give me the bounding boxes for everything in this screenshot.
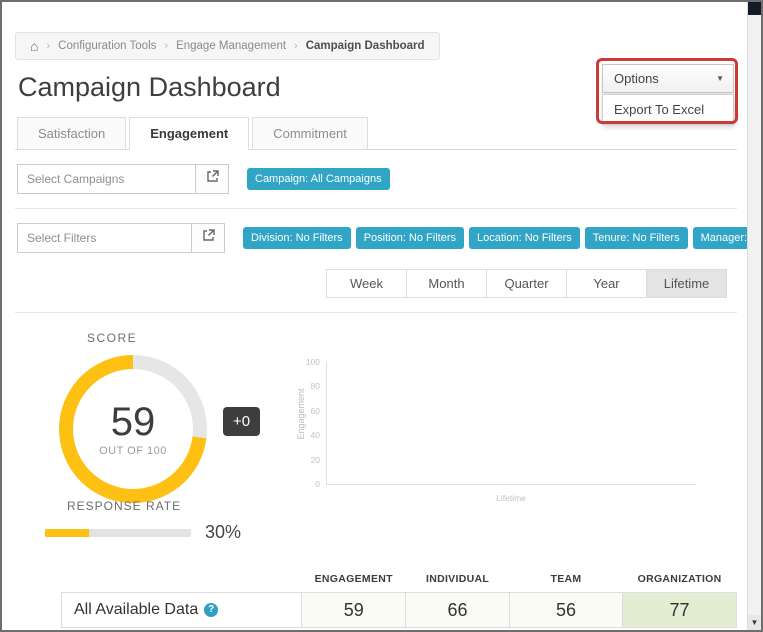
open-campaign-picker-button[interactable]	[195, 164, 229, 194]
division-filter-badge: Division: No Filters	[243, 227, 351, 249]
response-rate-fill	[45, 528, 89, 537]
score-gauge-center: 59 OUT OF 100	[99, 402, 167, 457]
organization-value-cell: 77	[622, 592, 737, 628]
y-tick: 0	[315, 478, 320, 489]
filter-badges: Division: No Filters Position: No Filter…	[243, 227, 747, 249]
period-week-button[interactable]: Week	[326, 269, 407, 298]
breadcrumb-item-configuration-tools[interactable]: Configuration Tools	[58, 40, 156, 52]
campaign-filter-badge: Campaign: All Campaigns	[247, 168, 390, 190]
external-link-icon	[206, 170, 219, 188]
position-filter-badge: Position: No Filters	[355, 227, 464, 249]
chart-x-tick: Lifetime	[496, 493, 526, 503]
vertical-scrollbar[interactable]: ▼	[747, 2, 761, 630]
period-lifetime-button[interactable]: Lifetime	[646, 269, 727, 298]
campaign-selector-row: Campaign: All Campaigns	[15, 150, 737, 208]
breadcrumb-item-engage-management[interactable]: Engage Management	[176, 40, 286, 52]
export-to-excel-menu-item[interactable]: Export To Excel	[603, 95, 733, 124]
y-tick: 100	[305, 357, 320, 367]
column-header-individual: INDIVIDUAL	[425, 573, 490, 585]
breadcrumb-item-campaign-dashboard: Campaign Dashboard	[305, 40, 425, 52]
response-rate-block: RESPONSE RATE 30%	[45, 499, 241, 543]
filter-input-group	[17, 223, 225, 253]
manager-filter-badge: Manager: No Filters	[692, 227, 747, 249]
tab-satisfaction[interactable]: Satisfaction	[17, 117, 127, 150]
response-rate-label: RESPONSE RATE	[67, 499, 182, 513]
caret-down-icon: ▼	[716, 74, 724, 83]
breadcrumb: ⌂ Configuration Tools Engage Management …	[15, 32, 440, 60]
options-button-label: Options	[614, 71, 659, 86]
options-button[interactable]: Options ▼	[602, 64, 734, 93]
period-quarter-button[interactable]: Quarter	[486, 269, 567, 298]
options-dropdown: Options ▼ Export To Excel	[602, 64, 734, 125]
summary-table-header-row: ENGAGEMENT INDIVIDUAL TEAM ORGANIZATION	[62, 567, 737, 593]
score-value: 59	[110, 399, 156, 444]
open-filter-picker-button[interactable]	[191, 223, 225, 253]
score-gauge: 59 OUT OF 100	[59, 355, 207, 503]
select-campaigns-input[interactable]	[17, 164, 195, 194]
score-label: SCORE	[87, 331, 138, 345]
period-year-button[interactable]: Year	[566, 269, 647, 298]
breadcrumb-separator-icon	[164, 40, 168, 52]
breadcrumb-separator-icon	[294, 40, 298, 52]
help-icon[interactable]: ?	[204, 602, 219, 617]
tenure-filter-badge: Tenure: No Filters	[584, 227, 688, 249]
individual-value-cell: 66	[405, 592, 510, 628]
tab-commitment[interactable]: Commitment	[252, 117, 368, 150]
y-tick: 60	[310, 405, 320, 416]
engagement-trend-chart: Engagement 100 80 60 40 20 0 Lifetime	[290, 357, 710, 517]
y-tick: 80	[310, 381, 320, 392]
home-icon[interactable]: ⌂	[30, 39, 38, 53]
chart-plot-area	[326, 361, 696, 485]
column-header-organization: ORGANIZATION	[637, 573, 722, 585]
score-delta-badge: +0	[223, 407, 261, 436]
tab-engagement[interactable]: Engagement	[129, 117, 250, 150]
chart-y-ticks: 100 80 60 40 20 0	[298, 357, 320, 489]
response-rate-bar	[45, 528, 191, 537]
column-header-empty	[62, 567, 302, 593]
campaign-input-group	[17, 164, 229, 194]
y-tick: 20	[310, 454, 320, 465]
team-value-cell: 56	[508, 592, 624, 628]
scrollbar-thumb[interactable]	[748, 2, 761, 15]
row-label: All Available Data	[74, 601, 199, 618]
period-month-button[interactable]: Month	[406, 269, 487, 298]
table-row: All Available Data? 59 66 56 77	[60, 592, 737, 628]
external-link-icon	[202, 229, 215, 247]
y-tick: 40	[310, 430, 320, 441]
engagement-value-cell: 59	[301, 592, 407, 628]
location-filter-badge: Location: No Filters	[469, 227, 580, 249]
options-menu: Export To Excel	[602, 94, 734, 125]
app-window: ⌂ Configuration Tools Engage Management …	[0, 0, 763, 632]
breadcrumb-separator-icon	[46, 40, 50, 52]
response-rate-value: 30%	[205, 522, 242, 542]
score-caption: OUT OF 100	[99, 444, 167, 457]
period-button-group: Week Month Quarter Year Lifetime	[15, 267, 737, 312]
summary-table: ENGAGEMENT INDIVIDUAL TEAM ORGANIZATION …	[60, 567, 737, 628]
score-section: SCORE 59 OUT OF 100 +0 Engagement 100 80…	[15, 313, 737, 553]
column-header-team: TEAM	[550, 573, 582, 585]
scroll-down-arrow-icon[interactable]: ▼	[748, 615, 761, 630]
select-filters-input[interactable]	[17, 223, 191, 253]
column-header-engagement: ENGAGEMENT	[314, 573, 393, 585]
filter-selector-row: Division: No Filters Position: No Filter…	[15, 209, 747, 267]
row-label-cell: All Available Data?	[60, 592, 303, 628]
